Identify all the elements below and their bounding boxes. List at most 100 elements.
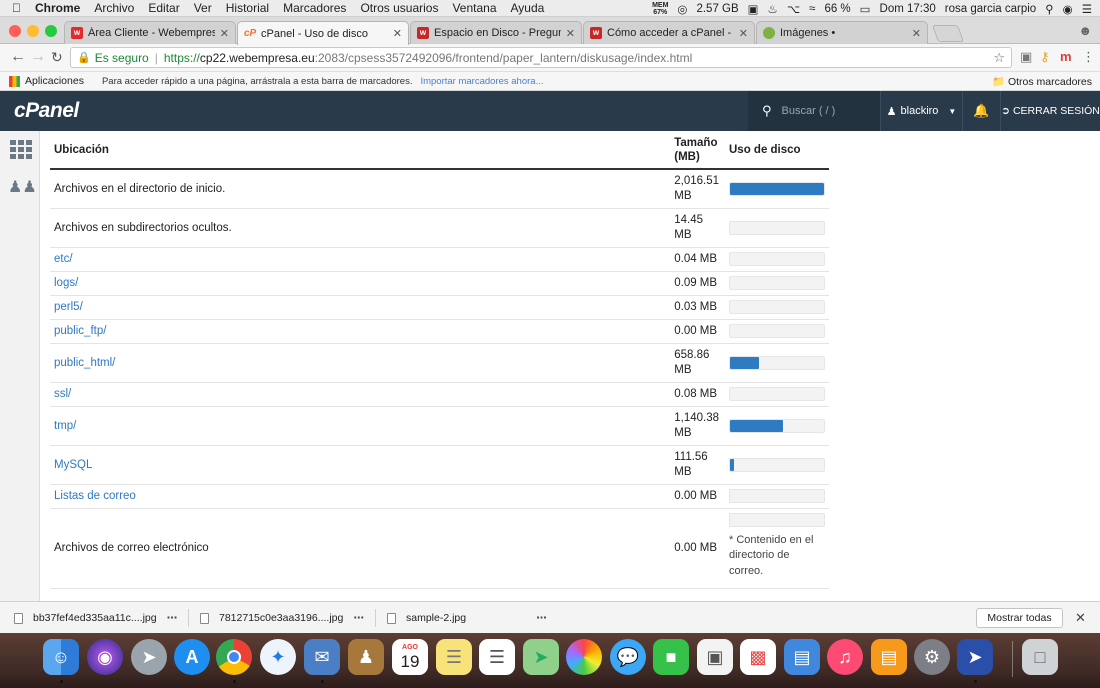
close-icon[interactable]: ✕ [912,27,921,40]
siri-icon[interactable]: ◉ [87,639,123,675]
other-bookmarks[interactable]: 📁 Otros marcadores [992,75,1092,88]
download-item[interactable]: 7812715c0e3aa3196....jpg ⋯ [200,602,376,634]
location-link[interactable]: ssl/ [54,388,71,400]
menu-item[interactable]: Otros usuarios [360,1,438,15]
chrome-icon[interactable] [216,639,252,675]
m-extension-icon[interactable]: m [1060,49,1072,64]
music-icon[interactable]: ♫ [827,639,863,675]
close-icon[interactable]: ✕ [393,27,402,40]
chrome-menu-icon[interactable]: ⋮ [1082,49,1095,65]
url-bar[interactable]: 🔒 Es seguro | https:// cp22.webempresa.e… [70,47,1012,68]
cpanel-logo[interactable]: cPanel [14,99,79,123]
close-icon[interactable]: ✕ [566,27,575,40]
notification-center-icon[interactable]: ☰ [1082,2,1092,16]
system-preferences-icon[interactable]: ⚙ [914,639,950,675]
download-menu-icon[interactable]: ⋯ [167,612,179,624]
messages-icon[interactable]: 💬 [610,639,646,675]
facetime-icon[interactable]: ■ [653,639,689,675]
apps-bookmark[interactable]: Aplicaciones [25,75,84,87]
bookmark-star-icon[interactable]: ☆ [993,50,1005,66]
profile-icon[interactable]: ☻ [1078,23,1092,38]
volume-icon[interactable]: ♨ [768,2,778,16]
extension-icon[interactable]: ▣ [1020,49,1032,65]
photo-booth-icon[interactable]: ▣ [697,639,733,675]
forward-icon[interactable]: → [30,49,46,65]
tab-espacio-disco[interactable]: w Espacio en Disco - Preguntas ✕ [410,21,582,44]
show-all-downloads-button[interactable]: Mostrar todas [976,608,1063,628]
apps-grid-icon[interactable] [10,140,32,159]
spotlight-icon[interactable]: ⚲ [1045,2,1053,16]
download-item[interactable]: sample-2.jpg ⋯ [387,602,548,634]
photos-icon[interactable] [566,639,602,675]
search-input[interactable]: Buscar ( / ) [782,105,836,117]
location-link[interactable]: perl5/ [54,301,83,313]
trash-icon[interactable]: □ [1022,639,1058,675]
battery-status[interactable]: 66 % [824,3,850,15]
menu-item[interactable]: Archivo [94,1,134,15]
apple-menu-icon[interactable]:  [12,1,21,15]
download-menu-icon[interactable]: ⋯ [353,612,365,624]
column-header-size[interactable]: Tamaño (MB) [670,131,723,170]
close-icon[interactable]: ✕ [739,27,748,40]
books-icon[interactable]: ▤ [871,639,907,675]
menu-item[interactable]: Ayuda [511,1,545,15]
clock[interactable]: Dom 17:30 [880,3,936,15]
menu-item[interactable]: Editar [148,1,179,15]
location-link[interactable]: logs/ [54,277,78,289]
logout-button[interactable]: ➲ CERRAR SESIÓN [1000,91,1100,131]
cpanel-search[interactable]: ⚲ Buscar ( / ) [748,91,880,131]
import-bookmarks-link[interactable]: Importar marcadores ahora... [420,76,543,87]
menu-item[interactable]: Marcadores [283,1,346,15]
tab-area-cliente[interactable]: w Área Cliente - Webempresa Eu ✕ [64,21,236,44]
mail-icon[interactable]: ✉ [304,639,340,675]
safari-icon[interactable]: ✦ [260,639,296,675]
menu-item[interactable]: Ventana [452,1,496,15]
users-icon[interactable]: ♟♟ [8,177,37,197]
wifi-icon[interactable]: ≈ [809,3,815,15]
menu-item[interactable]: Historial [226,1,269,15]
calendar-icon[interactable]: AGO 19 [392,639,428,675]
user-menu[interactable]: ♟ blackiro ▼ [880,91,962,131]
location-link[interactable]: Listas de correo [54,490,136,502]
location-link[interactable]: public_html/ [54,357,115,369]
close-window-button[interactable] [9,25,21,37]
location-link[interactable]: MySQL [54,459,92,471]
location-link[interactable]: tmp/ [54,420,76,432]
launchpad-icon[interactable]: ➤ [131,639,167,675]
finder-icon[interactable]: ☺ [43,639,79,675]
download-menu-icon[interactable]: ⋯ [536,612,548,624]
reminders-icon[interactable]: ☰ [479,639,515,675]
keynote-icon[interactable]: ▤ [784,639,820,675]
memory-status[interactable]: MEM 67% [652,2,668,16]
back-icon[interactable]: ← [10,49,26,65]
siri-icon[interactable]: ◉ [1063,2,1073,16]
apps-grid-icon[interactable] [9,75,20,87]
app-store-icon[interactable]: A [174,639,210,675]
menu-app-name[interactable]: Chrome [35,1,80,15]
maps-icon[interactable]: ➤ [523,639,559,675]
notes-icon[interactable]: ☰ [436,639,472,675]
bluetooth-icon[interactable]: ⌥ [787,2,800,16]
user-name[interactable]: rosa garcia carpio [945,3,1036,15]
disk-icon[interactable]: ◎ [677,2,687,16]
minimize-window-button[interactable] [27,25,39,37]
key-extension-icon[interactable]: ⚷ [1040,49,1050,65]
notifications-bell-icon[interactable]: 🔔 [962,91,1000,131]
battery-icon[interactable]: ▭ [860,2,871,16]
column-header-usage[interactable]: Uso de disco [723,131,829,170]
tab-imagenes[interactable]: Imágenes • ✕ [756,21,928,44]
display-icon[interactable]: ▣ [748,2,759,16]
contacts-icon[interactable]: ♟ [348,639,384,675]
zoom-window-button[interactable] [45,25,57,37]
close-icon[interactable]: ✕ [1075,610,1086,626]
menu-item[interactable]: Ver [194,1,212,15]
reload-icon[interactable]: ↻ [51,49,63,65]
column-header-location[interactable]: Ubicación [50,131,671,170]
location-link[interactable]: etc/ [54,253,73,265]
location-link[interactable]: public_ftp/ [54,325,106,337]
storage-status[interactable]: 2.57 GB [696,3,738,15]
download-item[interactable]: bb37fef4ed335aa11c....jpg ⋯ [14,602,190,634]
tab-cpanel-disk-usage[interactable]: cP cPanel - Uso de disco ✕ [237,21,409,45]
new-tab-button[interactable] [931,25,965,42]
numbers-icon[interactable]: ▩ [740,639,776,675]
